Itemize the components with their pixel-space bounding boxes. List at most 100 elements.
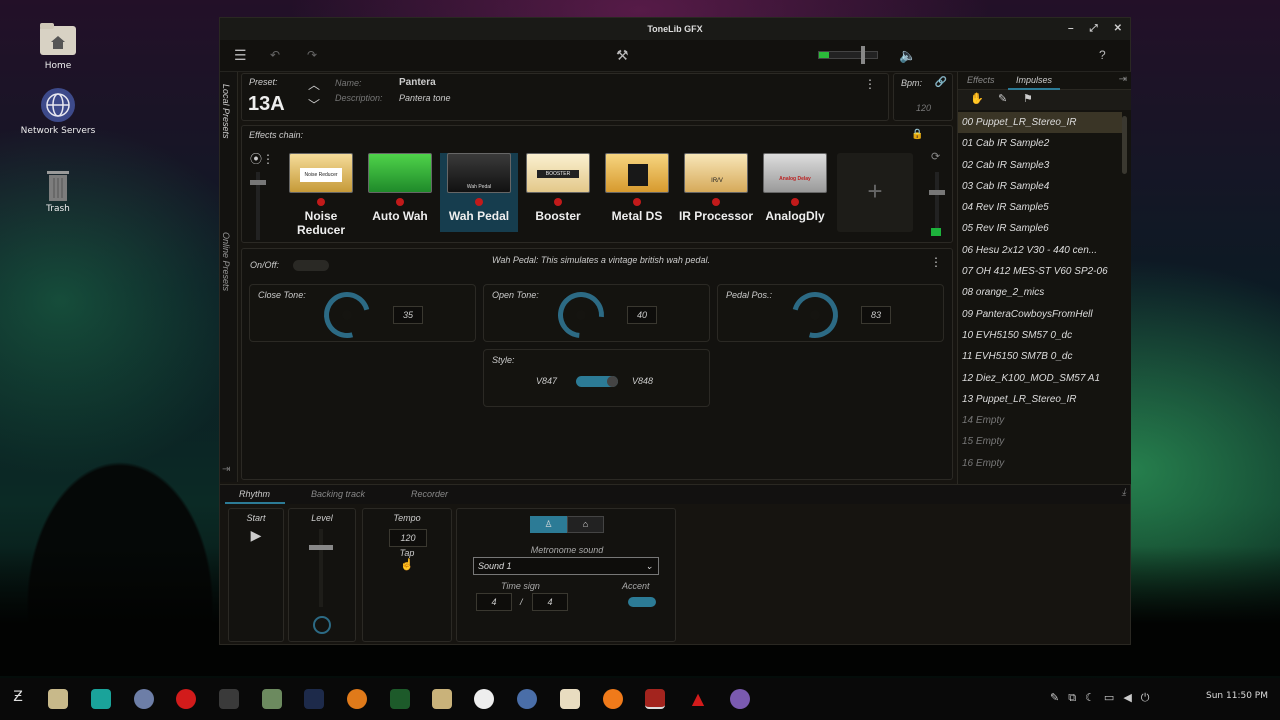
bpm-value[interactable]: 120 bbox=[916, 103, 931, 113]
pedal-noise-reducer[interactable]: Noise Reducer Noise Reducer bbox=[282, 153, 360, 237]
close-icon[interactable]: ✕ bbox=[1114, 23, 1122, 34]
pedal-ir-processor[interactable]: IR/V IR Processor bbox=[677, 153, 755, 232]
zorin-menu-icon[interactable]: Ƶ bbox=[8, 689, 28, 709]
preset-down-icon[interactable]: ﹀ bbox=[308, 96, 320, 113]
level-slider[interactable] bbox=[309, 529, 333, 607]
undo-icon[interactable]: ↶ bbox=[270, 48, 280, 62]
tap-icon[interactable]: ☝ bbox=[363, 558, 451, 571]
impulse-item[interactable]: 03 Cab IR Sample4 bbox=[958, 176, 1122, 197]
davinci-icon[interactable] bbox=[517, 689, 537, 709]
tab-recorder[interactable]: Recorder bbox=[411, 489, 448, 499]
input-level-slider[interactable] bbox=[250, 172, 266, 240]
drum-icon[interactable]: ⌂ bbox=[567, 516, 604, 533]
level-knob[interactable] bbox=[313, 616, 331, 634]
pedal-auto-wah[interactable]: Auto Wah bbox=[361, 153, 439, 232]
pedal-led[interactable] bbox=[791, 198, 799, 206]
maximize-icon[interactable]: ⤢ bbox=[1090, 23, 1098, 34]
time-sign-numerator[interactable]: 4 bbox=[476, 593, 512, 611]
volume-handle[interactable] bbox=[861, 46, 865, 64]
pedal-led[interactable] bbox=[317, 198, 325, 206]
pedal-metal-ds[interactable]: Metal DS bbox=[598, 153, 676, 232]
effect-more-icon[interactable]: ⋮ bbox=[930, 255, 942, 269]
monitor-icon[interactable] bbox=[390, 689, 410, 709]
impulse-item[interactable]: 15 Empty bbox=[958, 431, 1122, 452]
document-icon[interactable] bbox=[560, 689, 580, 709]
desktop-icon-network[interactable]: Network Servers bbox=[18, 87, 98, 136]
play-icon[interactable]: ▶ bbox=[229, 527, 283, 544]
add-effect-button[interactable]: + bbox=[837, 153, 913, 232]
style-toggle[interactable] bbox=[576, 376, 618, 387]
menu-icon[interactable]: ☰ bbox=[234, 47, 247, 64]
metronome-icon[interactable]: ♙ bbox=[530, 516, 567, 533]
expand-icon[interactable]: ⇥ bbox=[222, 464, 230, 475]
steam-icon[interactable] bbox=[304, 689, 324, 709]
knob-value[interactable]: 40 bbox=[627, 306, 657, 324]
impulse-item[interactable]: 16 Empty bbox=[958, 453, 1122, 474]
accent-toggle[interactable] bbox=[628, 597, 656, 607]
time-sign-denominator[interactable]: 4 bbox=[532, 593, 568, 611]
preset-more-icon[interactable]: ⋮ bbox=[864, 77, 876, 91]
collapse-bottom-icon[interactable]: ⤓ bbox=[1122, 487, 1126, 498]
reset-icon[interactable]: ⟳ bbox=[931, 150, 940, 163]
impulse-item[interactable]: 07 OH 412 MES-ST V60 SP2-06 bbox=[958, 261, 1122, 282]
impulse-item[interactable]: 12 Diez_K100_MOD_SM57 A1 bbox=[958, 368, 1122, 389]
impulse-item[interactable]: 00 Puppet_LR_Stereo_IR bbox=[958, 112, 1122, 134]
mute-icon[interactable]: 🔈 bbox=[899, 47, 916, 64]
impulse-item[interactable]: 11 EVH5150 SM7B 0_dc bbox=[958, 346, 1122, 367]
files-icon[interactable] bbox=[48, 689, 68, 709]
pedal-wah-pedal[interactable]: Wah Pedal Wah Pedal bbox=[440, 153, 518, 232]
open-tone-knob[interactable] bbox=[548, 282, 614, 348]
impulse-item[interactable]: 08 orange_2_mics bbox=[958, 282, 1122, 303]
open-folder-icon[interactable]: ✋ bbox=[970, 92, 984, 105]
preset-name[interactable]: Pantera bbox=[399, 77, 436, 88]
lock-icon[interactable]: 🔒 bbox=[911, 129, 923, 140]
impulse-item[interactable]: 02 Cab IR Sample3 bbox=[958, 155, 1122, 176]
tab-impulses[interactable]: Impulses bbox=[1008, 72, 1061, 90]
system-tray[interactable]: ✎⧉☾▭◀⏻ bbox=[1050, 691, 1159, 705]
video-editor-icon[interactable] bbox=[432, 689, 452, 709]
pedal-led[interactable] bbox=[396, 198, 404, 206]
tuner-icon[interactable]: ⚒ bbox=[616, 47, 629, 64]
tonelib-taskbar-icon[interactable] bbox=[645, 689, 665, 709]
output-level-slider[interactable] bbox=[929, 172, 945, 230]
tab-online-presets[interactable]: Online Presets bbox=[221, 232, 231, 291]
help-icon[interactable]: ? bbox=[1099, 48, 1106, 62]
pedal-booster[interactable]: BOOSTER Booster bbox=[519, 153, 597, 232]
desktop-icon-home[interactable]: Home bbox=[18, 22, 98, 71]
preset-up-icon[interactable]: ︿ bbox=[308, 76, 320, 93]
redo-icon[interactable]: ↷ bbox=[307, 48, 317, 62]
impulse-item[interactable]: 09 PanteraCowboysFromHell bbox=[958, 304, 1122, 325]
impulse-item[interactable]: 06 Hesu 2x12 V30 - 440 cen... bbox=[958, 240, 1122, 261]
clear-icon[interactable]: ⚑ bbox=[1023, 92, 1033, 105]
onoff-toggle[interactable] bbox=[293, 260, 329, 271]
edit-icon[interactable]: ✎ bbox=[998, 92, 1007, 105]
volume-meter[interactable] bbox=[818, 51, 878, 59]
impulse-item[interactable]: 01 Cab IR Sample2 bbox=[958, 133, 1122, 154]
knob-value[interactable]: 83 bbox=[861, 306, 891, 324]
software-store-icon[interactable] bbox=[91, 689, 111, 709]
preset-description[interactable]: Pantera tone bbox=[399, 93, 451, 103]
impulse-item[interactable]: 14 Empty bbox=[958, 410, 1122, 431]
tempo-value[interactable]: 120 bbox=[389, 529, 427, 547]
pedal-pos-knob[interactable] bbox=[783, 283, 847, 347]
pedal-led[interactable] bbox=[633, 198, 641, 206]
link-icon[interactable]: 🔗 bbox=[935, 77, 947, 88]
sound-select[interactable]: Sound 1 ⌄ bbox=[473, 557, 659, 575]
minimize-icon[interactable]: – bbox=[1068, 23, 1074, 34]
impulse-item[interactable]: 04 Rev IR Sample5 bbox=[958, 197, 1122, 218]
tab-effects[interactable]: Effects bbox=[967, 75, 995, 85]
pedal-led[interactable] bbox=[712, 198, 720, 206]
clock[interactable]: Sun 11:50 PM bbox=[1206, 691, 1268, 701]
ardour-icon[interactable]: ▲ bbox=[688, 689, 708, 709]
image-viewer-icon[interactable] bbox=[262, 689, 282, 709]
youtube-icon[interactable] bbox=[176, 689, 196, 709]
sync-icon[interactable] bbox=[603, 689, 623, 709]
impulse-item[interactable]: 05 Rev IR Sample6 bbox=[958, 218, 1122, 239]
impulse-item[interactable]: 10 EVH5150 SM57 0_dc bbox=[958, 325, 1122, 346]
collapse-panel-icon[interactable]: ⇥ bbox=[1119, 74, 1127, 85]
tab-local-presets[interactable]: Local Presets bbox=[221, 84, 231, 139]
pedal-led[interactable] bbox=[475, 198, 483, 206]
obs-icon[interactable] bbox=[474, 689, 494, 709]
impulse-scrollbar[interactable] bbox=[1122, 116, 1127, 174]
knob-value[interactable]: 35 bbox=[393, 306, 423, 324]
